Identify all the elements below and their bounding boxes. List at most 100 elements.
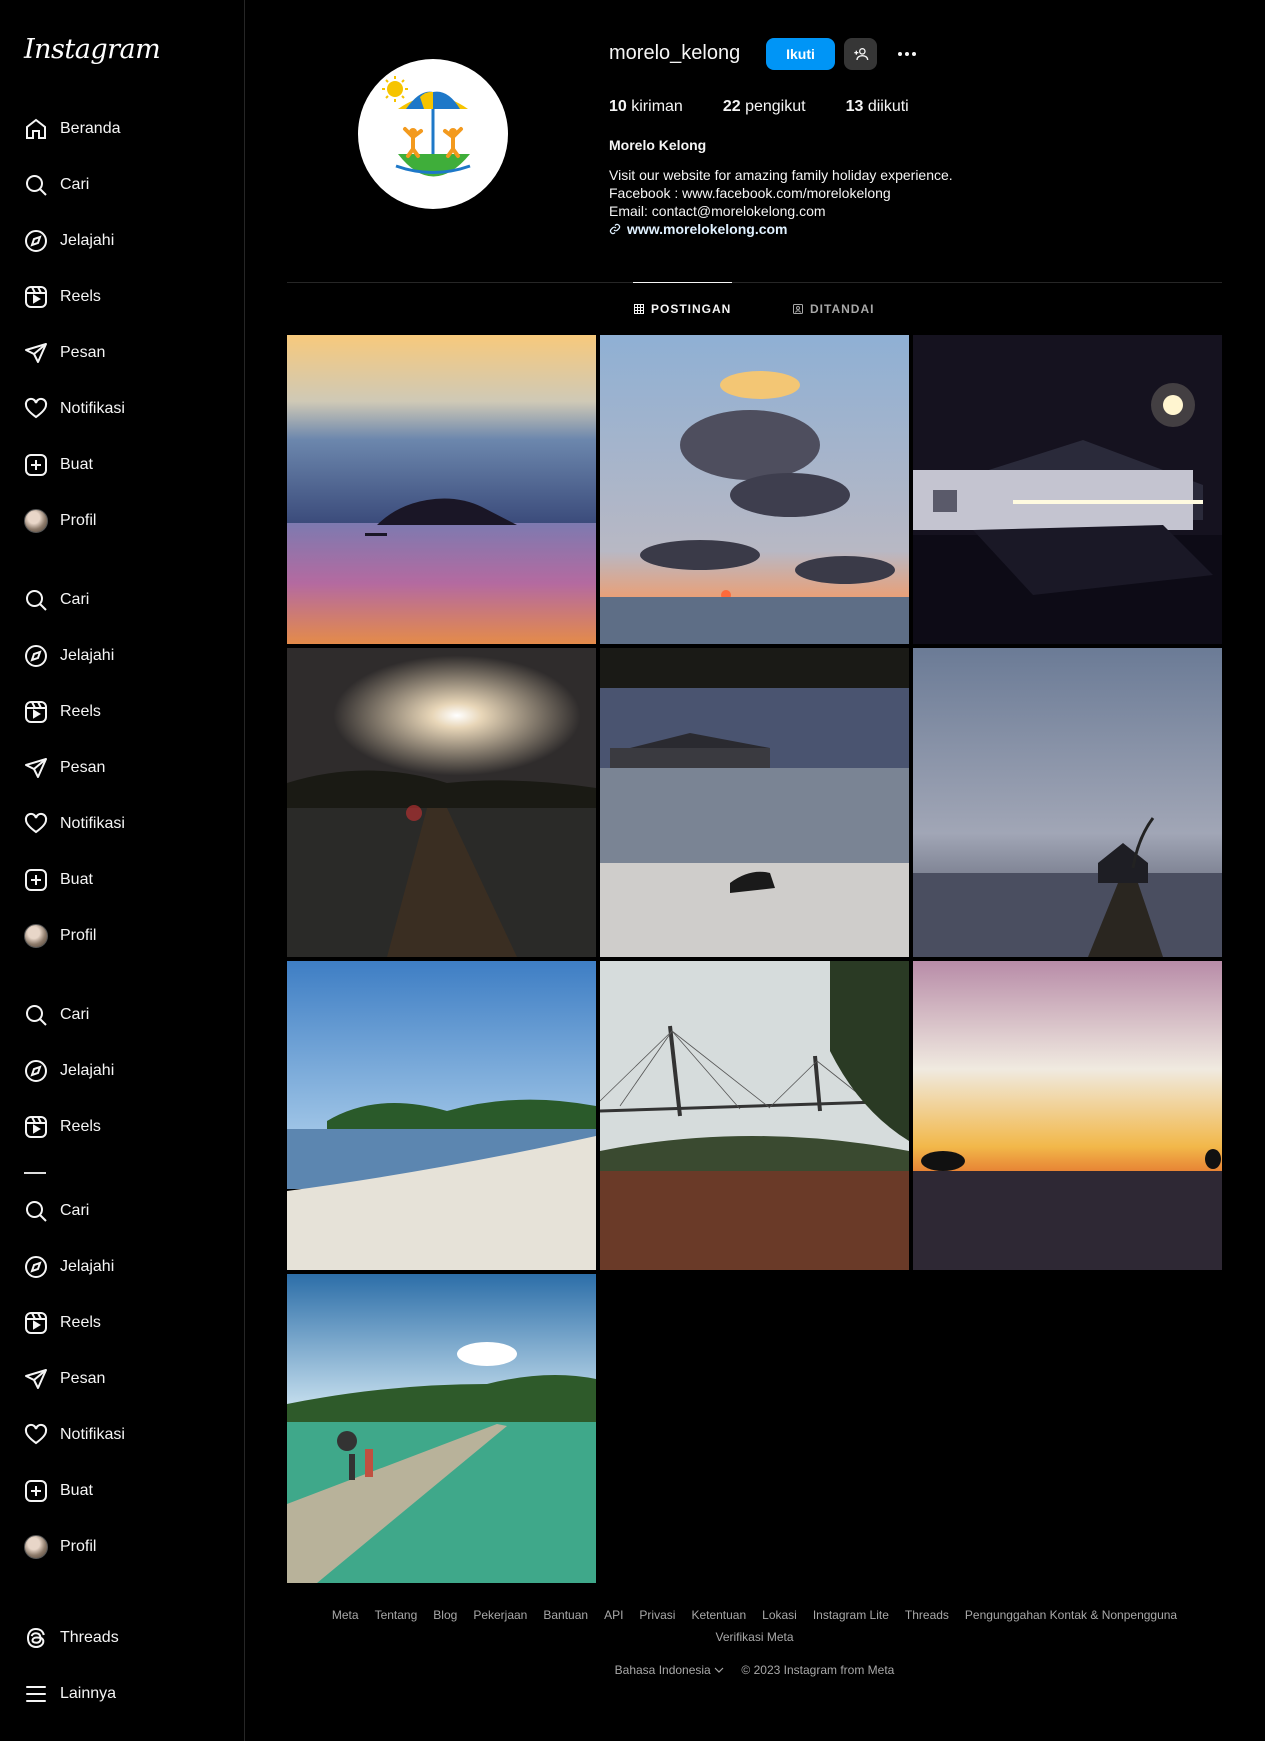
tagged-icon bbox=[793, 304, 803, 314]
chevron-down-icon bbox=[714, 1667, 724, 1673]
profile-full-name: Morelo Kelong bbox=[609, 137, 707, 153]
heart-icon bbox=[12, 1411, 60, 1459]
sidebar-item-reels[interactable]: Reels bbox=[12, 688, 232, 736]
more-options-button[interactable] bbox=[893, 38, 921, 70]
footer-link[interactable]: Blog bbox=[433, 1608, 457, 1622]
profile-username: morelo_kelong bbox=[609, 42, 741, 64]
sidebar-item-pesan[interactable]: Pesan bbox=[12, 329, 232, 377]
sidebar-item-cari[interactable]: Cari bbox=[12, 161, 232, 209]
sidebar-item-profil[interactable]: Profil bbox=[12, 497, 232, 545]
sidebar-item-label: Buat bbox=[60, 456, 93, 473]
footer-link[interactable]: Tentang bbox=[375, 1608, 418, 1622]
sidebar-item-label: Pesan bbox=[60, 344, 106, 361]
tabs-divider bbox=[287, 282, 1222, 283]
sidebar-item-notifikasi[interactable]: Notifikasi bbox=[12, 1411, 232, 1459]
sidebar-item-buat[interactable]: Buat bbox=[12, 856, 232, 904]
sidebar-item-cari[interactable]: Cari bbox=[12, 576, 232, 624]
website-link[interactable]: www.morelokelong.com bbox=[609, 220, 953, 238]
reels-icon bbox=[12, 1103, 60, 1151]
heart-icon bbox=[12, 800, 60, 848]
followers-count[interactable]: 22 pengikut bbox=[723, 98, 806, 116]
footer-bottom: Bahasa Indonesia © 2023 Instagram from M… bbox=[287, 1663, 1222, 1677]
sidebar-item-label: Notifikasi bbox=[60, 400, 125, 417]
language-selector[interactable]: Bahasa Indonesia bbox=[615, 1663, 724, 1677]
post-thumbnail[interactable] bbox=[600, 648, 909, 957]
sidebar-item-jelajahi[interactable]: Jelajahi bbox=[12, 1047, 232, 1095]
threads-icon bbox=[12, 1614, 60, 1662]
sidebar-item-label: Profil bbox=[60, 1538, 97, 1555]
footer-link[interactable]: Meta bbox=[332, 1608, 359, 1622]
send-icon bbox=[12, 744, 60, 792]
instagram-logo[interactable]: Instagram bbox=[24, 34, 161, 65]
nav-more[interactable]: Lainnya bbox=[12, 1670, 232, 1718]
sidebar-item-label: Cari bbox=[60, 1006, 90, 1023]
sidebar-item-cari[interactable]: Cari bbox=[12, 1187, 232, 1235]
profile-stats: 10 kiriman 22 pengikut 13 diikuti bbox=[609, 98, 949, 116]
following-count[interactable]: 13 diikuti bbox=[846, 98, 909, 116]
sidebar-item-label: Notifikasi bbox=[60, 1426, 125, 1443]
sidebar-item-buat[interactable]: Buat bbox=[12, 1467, 232, 1515]
sidebar-item-beranda[interactable]: Beranda bbox=[12, 105, 232, 153]
reels-icon bbox=[12, 273, 60, 321]
search-icon bbox=[12, 1187, 60, 1235]
footer-link[interactable]: Pekerjaan bbox=[473, 1608, 527, 1622]
sidebar-item-reels[interactable]: Reels bbox=[12, 273, 232, 321]
sidebar-item-profil[interactable]: Profil bbox=[12, 1523, 232, 1571]
follow-button[interactable]: Ikuti bbox=[766, 38, 835, 70]
sidebar-item-jelajahi[interactable]: Jelajahi bbox=[12, 1243, 232, 1291]
footer-link[interactable]: Ketentuan bbox=[691, 1608, 746, 1622]
plus-square-icon bbox=[12, 441, 60, 489]
post-thumbnail[interactable] bbox=[287, 961, 596, 1270]
tab-tagged[interactable]: DITANDAI bbox=[792, 283, 874, 335]
footer-link[interactable]: Bantuan bbox=[543, 1608, 588, 1622]
sidebar-item-reels[interactable]: Reels bbox=[12, 1103, 232, 1151]
sidebar-item-label: Jelajahi bbox=[60, 647, 115, 664]
post-thumbnail[interactable] bbox=[287, 335, 596, 644]
sidebar-item-reels[interactable]: Reels bbox=[12, 1299, 232, 1347]
profile-bio: Visit our website for amazing family hol… bbox=[609, 166, 953, 238]
sidebar-item-pesan[interactable]: Pesan bbox=[12, 1355, 232, 1403]
reels-icon bbox=[12, 1299, 60, 1347]
compass-icon bbox=[12, 217, 60, 265]
footer-link[interactable]: Instagram Lite bbox=[813, 1608, 889, 1622]
footer-link[interactable]: Privasi bbox=[639, 1608, 675, 1622]
send-icon bbox=[12, 1355, 60, 1403]
sidebar-item-pesan[interactable]: Pesan bbox=[12, 744, 232, 792]
sidebar-item-label: Profil bbox=[60, 512, 97, 529]
sidebar-item-jelajahi[interactable]: Jelajahi bbox=[12, 632, 232, 680]
sidebar-item-label: Jelajahi bbox=[60, 1258, 115, 1275]
sidebar-item-jelajahi[interactable]: Jelajahi bbox=[12, 217, 232, 265]
sidebar-item-notifikasi[interactable]: Notifikasi bbox=[12, 385, 232, 433]
copyright-text: © 2023 Instagram from Meta bbox=[741, 1663, 895, 1677]
suggested-accounts-button[interactable] bbox=[844, 38, 877, 70]
footer-link[interactable]: Verifikasi Meta bbox=[715, 1630, 793, 1644]
sidebar-item-label: Reels bbox=[60, 703, 101, 720]
footer-link[interactable]: API bbox=[604, 1608, 623, 1622]
post-thumbnail[interactable] bbox=[913, 648, 1222, 957]
nav-threads[interactable]: Threads bbox=[12, 1614, 232, 1662]
post-thumbnail[interactable] bbox=[287, 1274, 596, 1583]
footer-link[interactable]: Threads bbox=[905, 1608, 949, 1622]
sidebar-item-label: Notifikasi bbox=[60, 815, 125, 832]
sidebar-item-profil[interactable]: Profil bbox=[12, 912, 232, 960]
tab-posts[interactable]: POSTINGAN bbox=[633, 282, 732, 334]
sidebar-item-notifikasi[interactable]: Notifikasi bbox=[12, 800, 232, 848]
sidebar-item-label: Reels bbox=[60, 1314, 101, 1331]
plus-square-icon bbox=[12, 1467, 60, 1515]
footer-link[interactable]: Lokasi bbox=[762, 1608, 797, 1622]
post-thumbnail[interactable] bbox=[913, 961, 1222, 1270]
footer-link[interactable]: Pengunggahan Kontak & Nonpengguna bbox=[965, 1608, 1177, 1622]
profile-avatar[interactable] bbox=[358, 59, 508, 209]
sidebar-item-buat[interactable]: Buat bbox=[12, 441, 232, 489]
plus-square-icon bbox=[12, 856, 60, 904]
compass-icon bbox=[12, 1047, 60, 1095]
post-thumbnail[interactable] bbox=[600, 961, 909, 1270]
post-thumbnail[interactable] bbox=[913, 335, 1222, 644]
sidebar-item-label: Cari bbox=[60, 1202, 90, 1219]
post-thumbnail[interactable] bbox=[600, 335, 909, 644]
menu-icon bbox=[12, 1670, 60, 1718]
home-icon bbox=[12, 105, 60, 153]
footer-links: Meta Tentang Blog Pekerjaan Bantuan API Privas… bbox=[287, 1604, 1222, 1648]
sidebar-item-cari[interactable]: Cari bbox=[12, 991, 232, 1039]
post-thumbnail[interactable] bbox=[287, 648, 596, 957]
